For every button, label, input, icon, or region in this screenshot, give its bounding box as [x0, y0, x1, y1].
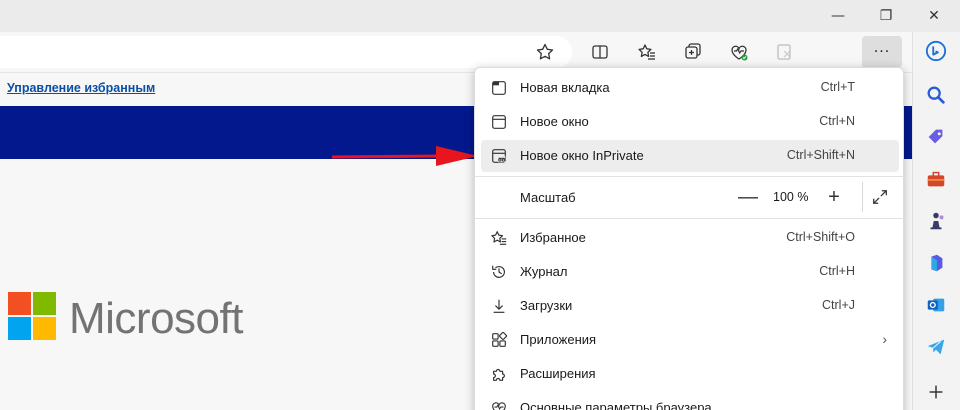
menu-item-label: Новая вкладка	[520, 80, 610, 95]
menu-item-shortcut: Ctrl+Shift+O	[786, 230, 855, 244]
favorites-icon	[489, 228, 509, 248]
chevron-right-icon: ›	[882, 331, 887, 347]
toolbar: ···	[0, 32, 912, 72]
games-chess-icon[interactable]	[921, 206, 951, 236]
zoom-row: Масштаб — 100 % +	[481, 178, 899, 216]
downloads-icon	[489, 296, 509, 316]
address-bar[interactable]	[0, 36, 572, 68]
menu-item-shortcut: Ctrl+H	[819, 264, 855, 278]
reading-view-icon[interactable]	[770, 38, 800, 66]
collections-icon[interactable]	[678, 38, 708, 66]
menu-item-downloads[interactable]: Загрузки Ctrl+J	[481, 290, 899, 322]
menu-item-browser-essentials[interactable]: Основные параметры браузера	[481, 392, 899, 410]
tools-briefcase-icon[interactable]	[921, 164, 951, 194]
menu-item-label: Журнал	[520, 264, 568, 279]
search-icon[interactable]	[921, 80, 951, 110]
microsoft-wordmark: Microsoft	[69, 294, 243, 343]
add-sidebar-item-icon[interactable]	[921, 377, 951, 407]
menu-item-shortcut: Ctrl+T	[820, 80, 855, 94]
bing-chat-icon[interactable]	[921, 36, 951, 66]
menu-item-favorites[interactable]: Избранное Ctrl+Shift+O	[481, 222, 899, 254]
fullscreen-icon	[873, 190, 887, 204]
essentials-icon	[489, 398, 509, 410]
menu-item-label: Основные параметры браузера	[520, 400, 712, 410]
menu-item-label: Новое окно InPrivate	[520, 148, 644, 163]
menu-item-label: Приложения	[520, 332, 597, 347]
menu-item-label: Избранное	[520, 230, 586, 245]
menu-item-shortcut: Ctrl+Shift+N	[786, 148, 855, 162]
menu-item-shortcut: Ctrl+N	[819, 114, 855, 128]
close-button[interactable]: ✕	[920, 4, 948, 28]
zoom-in-button[interactable]: +	[821, 184, 847, 210]
extensions-icon	[489, 364, 509, 384]
favorites-icon[interactable]	[632, 38, 662, 66]
outlook-icon[interactable]	[921, 290, 951, 320]
microsoft-365-icon[interactable]	[921, 248, 951, 278]
title-bar: — ❐ ✕	[0, 0, 960, 32]
minimize-button[interactable]: —	[824, 4, 852, 28]
menu-item-label: Расширения	[520, 366, 596, 381]
new-tab-icon	[489, 78, 509, 98]
browser-essentials-icon[interactable]	[724, 38, 754, 66]
history-icon	[489, 262, 509, 282]
menu-divider	[475, 176, 905, 177]
manage-favorites-link[interactable]: Управление избранным	[7, 81, 155, 95]
menu-item-label: Новое окно	[520, 114, 589, 129]
zoom-divider	[862, 182, 863, 212]
menu-item-extensions[interactable]: Расширения	[481, 358, 899, 390]
settings-menu: Новая вкладка Ctrl+T Новое окно Ctrl+N Н…	[474, 67, 905, 410]
menu-item-label: Загрузки	[520, 298, 573, 313]
sidebar	[912, 32, 960, 410]
zoom-label: Масштаб	[520, 190, 576, 205]
settings-and-more-button[interactable]: ···	[862, 36, 902, 68]
menu-item-history[interactable]: Журнал Ctrl+H	[481, 256, 899, 288]
shopping-tag-icon[interactable]	[921, 122, 951, 152]
menu-divider	[475, 218, 905, 219]
menu-item-shortcut: Ctrl+J	[822, 298, 855, 312]
zoom-out-button[interactable]: —	[735, 184, 761, 210]
new-window-icon	[489, 112, 509, 132]
add-favorite-star-icon[interactable]	[530, 38, 560, 66]
inprivate-icon	[489, 146, 509, 166]
more-dots-icon: ···	[873, 44, 891, 60]
menu-item-new-tab[interactable]: Новая вкладка Ctrl+T	[481, 72, 899, 104]
fullscreen-button[interactable]	[867, 184, 893, 210]
send-telegram-icon[interactable]	[921, 332, 951, 362]
apps-icon	[489, 330, 509, 350]
zoom-value: 100 %	[773, 190, 809, 204]
menu-item-new-window[interactable]: Новое окно Ctrl+N	[481, 106, 899, 138]
menu-item-new-inprivate-window[interactable]: Новое окно InPrivate Ctrl+Shift+N	[481, 140, 899, 172]
split-screen-icon[interactable]	[585, 38, 615, 66]
restore-button[interactable]: ❐	[872, 4, 900, 28]
red-arrow-icon	[332, 146, 478, 166]
microsoft-logo-icon	[8, 292, 56, 340]
menu-item-apps[interactable]: Приложения ›	[481, 324, 899, 356]
